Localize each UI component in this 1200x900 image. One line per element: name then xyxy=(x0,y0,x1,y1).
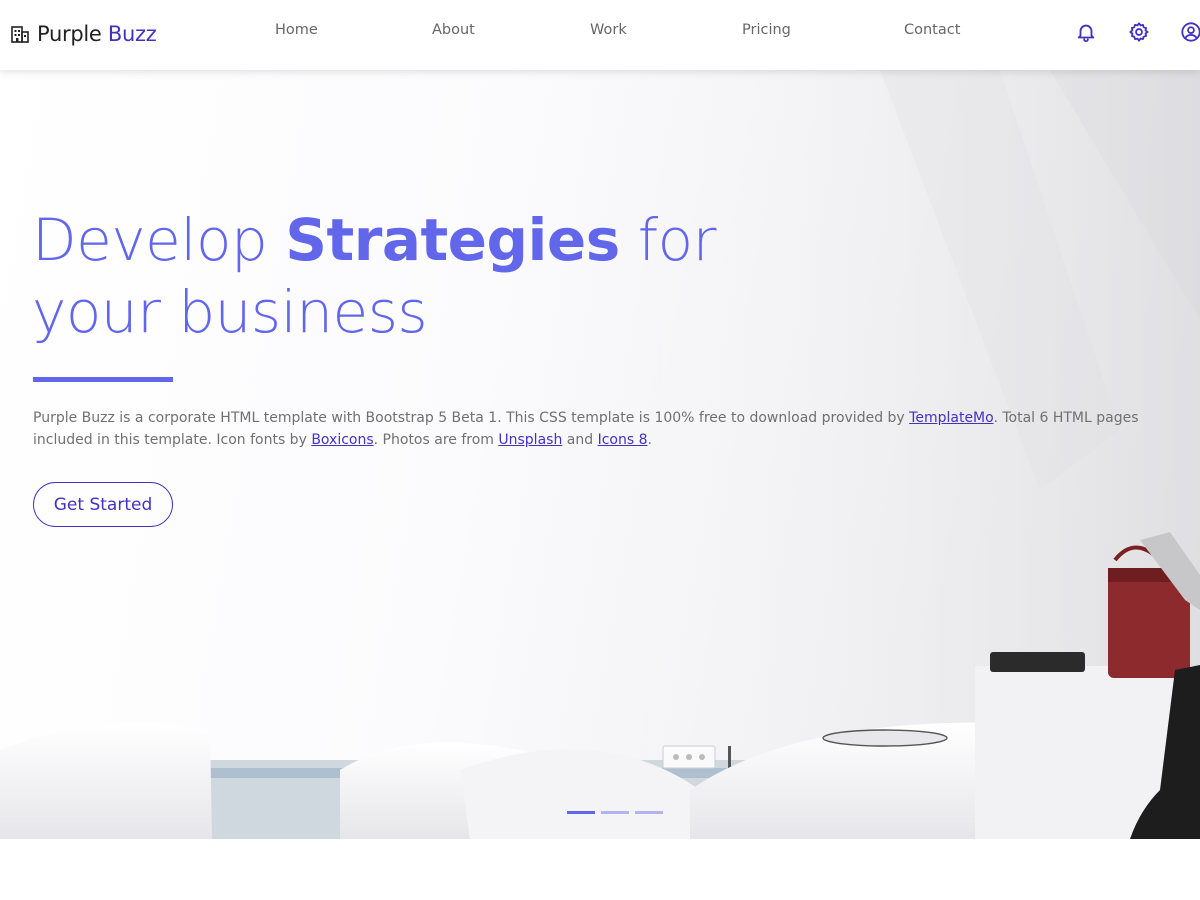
hero-title-strong: Strategies xyxy=(285,206,620,274)
account-button[interactable] xyxy=(1178,19,1200,45)
hero-title: Develop Strategies for your business xyxy=(32,204,716,348)
carousel-indicator-3[interactable] xyxy=(635,811,663,814)
nav-link-about[interactable]: About xyxy=(432,22,475,38)
hero-title-part2: for xyxy=(637,206,717,274)
unsplash-link[interactable]: Unsplash xyxy=(498,432,562,448)
hero-banner: Develop Strategies for your business Purp… xyxy=(0,70,1200,839)
gear-icon xyxy=(1129,22,1149,42)
hero-desc-text-1: Purple Buzz is a corporate HTML template… xyxy=(33,410,905,426)
top-navbar: Purple Buzz Home About Work Pricing Cont… xyxy=(0,0,1200,70)
carousel-indicators xyxy=(567,811,663,814)
hero-background-photo xyxy=(0,70,1200,839)
boxicons-link[interactable]: Boxicons xyxy=(311,432,373,448)
carousel-indicator-2[interactable] xyxy=(601,811,629,814)
hero-desc-text-4: and xyxy=(566,432,594,448)
hero-description: Purple Buzz is a corporate HTML template… xyxy=(33,407,1183,451)
nav-link-contact[interactable]: Contact xyxy=(904,22,960,38)
nav-link-pricing[interactable]: Pricing xyxy=(742,22,791,38)
get-started-button[interactable]: Get Started xyxy=(33,482,173,527)
user-circle-icon xyxy=(1181,22,1200,42)
nav-menu: Home About Work Pricing Contact xyxy=(0,0,1200,64)
hero-title-part1: Develop xyxy=(32,206,268,274)
templatemo-link[interactable]: TemplateMo xyxy=(909,410,993,426)
hero-desc-text-5: . xyxy=(647,432,652,448)
hero-divider xyxy=(33,377,173,382)
hero-desc-text-3: . Photos are from xyxy=(373,432,494,448)
bell-icon xyxy=(1077,24,1095,43)
notifications-button[interactable] xyxy=(1073,19,1099,45)
icons8-link[interactable]: Icons 8 xyxy=(598,432,648,448)
nav-link-work[interactable]: Work xyxy=(590,22,627,38)
carousel-indicator-1[interactable] xyxy=(567,811,595,814)
nav-link-home[interactable]: Home xyxy=(275,22,318,38)
settings-button[interactable] xyxy=(1126,19,1152,45)
hero-title-line2: your business xyxy=(32,278,428,346)
